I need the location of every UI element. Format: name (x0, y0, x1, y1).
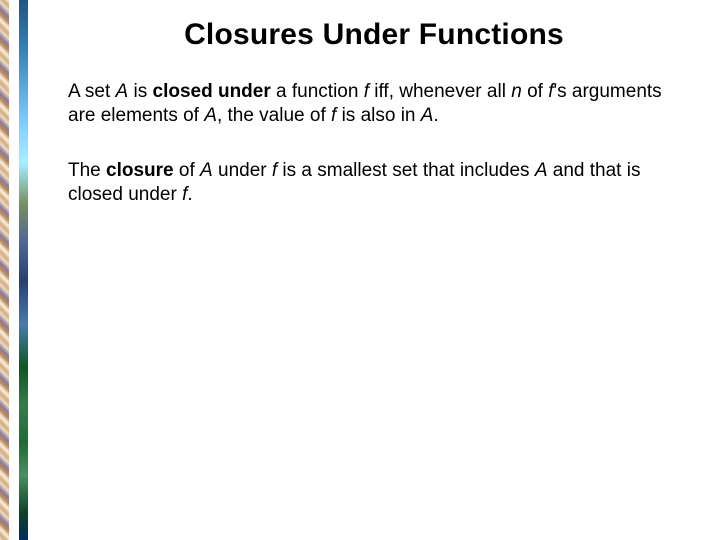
text: A set (68, 81, 116, 102)
text: iff, whenever all (369, 81, 511, 102)
text: of (174, 160, 200, 181)
decorative-sidebar (0, 0, 28, 540)
paragraph-1: A set A is closed under a function f iff… (68, 80, 680, 129)
text: The (68, 160, 106, 181)
text: . (433, 105, 438, 126)
term-closure: closure (106, 160, 174, 181)
text: a function (271, 81, 364, 102)
slide-content: Closures Under Functions A set A is clos… (28, 0, 720, 540)
var-A: A (116, 81, 129, 102)
text: is a smallest set that includes (277, 160, 535, 181)
decorative-stripe (19, 0, 28, 540)
text: under (213, 160, 272, 181)
text: . (187, 184, 192, 205)
text: of (522, 81, 548, 102)
var-A: A (204, 105, 217, 126)
text: , the value of (217, 105, 331, 126)
decorative-stripe (9, 0, 18, 540)
var-A: A (200, 160, 213, 181)
decorative-stripe (0, 0, 9, 540)
text: is also in (336, 105, 420, 126)
term-closed-under: closed under (153, 81, 271, 102)
text: is (128, 81, 152, 102)
var-A: A (421, 105, 434, 126)
paragraph-2: The closure of A under f is a smallest s… (68, 159, 680, 208)
var-A: A (535, 160, 548, 181)
var-n: n (511, 81, 522, 102)
slide-title: Closures Under Functions (68, 18, 680, 52)
